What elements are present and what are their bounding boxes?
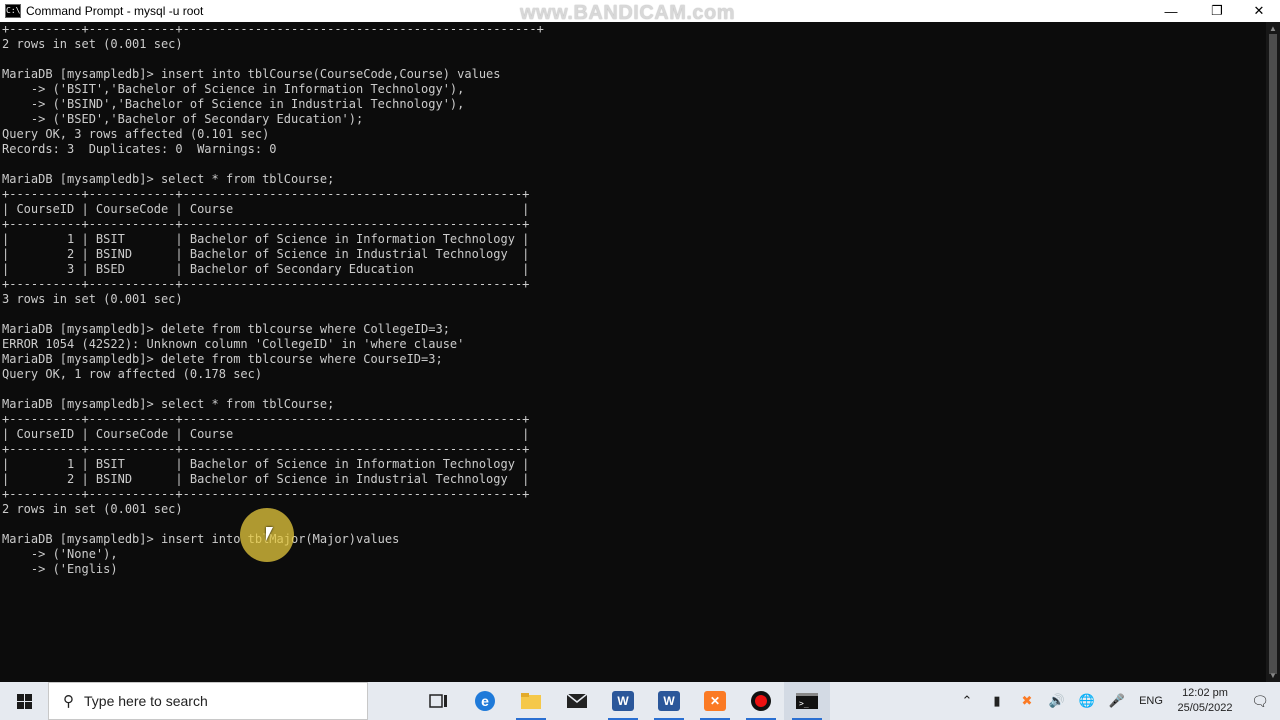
console-text: +----------+------------+---------------… <box>0 22 1266 577</box>
console-line: -> ('BSED','Bachelor of Secondary Educat… <box>2 112 364 126</box>
task-view-button[interactable] <box>416 682 462 720</box>
chevron-up-icon[interactable]: ⌃ <box>952 693 982 709</box>
console-line: | 1 | BSIT | Bachelor of Science in Info… <box>2 232 530 246</box>
console-line: Query OK, 1 row affected (0.178 sec) <box>2 367 263 381</box>
start-button[interactable] <box>0 682 48 720</box>
scroll-up-icon[interactable]: ▲ <box>1269 24 1277 33</box>
search-placeholder: Type here to search <box>84 693 208 709</box>
record-icon <box>751 691 771 711</box>
console-line: Query OK, 3 rows affected (0.101 sec) <box>2 127 270 141</box>
console-line: | 2 | BSIND | Bachelor of Science in Ind… <box>2 472 530 486</box>
file-explorer-app[interactable] <box>508 682 554 720</box>
console-line: MariaDB [mysampledb]> delete from tblcou… <box>2 322 450 336</box>
system-tray: ⌃ ▮ ✖ 🔊 🌐 🎤 ENG 12:02 pm 25/05/2022 🗨 <box>952 682 1280 720</box>
xampp-icon: ✕ <box>704 691 726 711</box>
restore-button[interactable]: ❐ <box>1194 0 1240 22</box>
console-line: 3 rows in set (0.001 sec) <box>2 292 183 306</box>
xampp-app[interactable]: ✕ <box>692 682 738 720</box>
terminal-icon: >_ <box>796 693 818 709</box>
console-output[interactable]: +----------+------------+---------------… <box>0 22 1266 682</box>
console-line: +----------+------------+---------------… <box>2 487 530 501</box>
console-line: Records: 3 Duplicates: 0 Warnings: 0 <box>2 142 277 156</box>
close-button[interactable]: ✕ <box>1236 0 1280 22</box>
word-app[interactable]: W <box>600 682 646 720</box>
minimize-button[interactable]: — <box>1148 0 1194 22</box>
bandicam-app[interactable] <box>738 682 784 720</box>
console-line: -> ('Englis) <box>2 562 118 576</box>
word-app-2[interactable]: W <box>646 682 692 720</box>
console-line: | 2 | BSIND | Bachelor of Science in Ind… <box>2 247 530 261</box>
edge-icon: e <box>475 691 495 711</box>
command-prompt-icon: C:\ <box>5 4 21 18</box>
edge-app[interactable]: e <box>462 682 508 720</box>
word-icon: W <box>612 691 634 711</box>
console-line: 2 rows in set (0.001 sec) <box>2 502 183 516</box>
battery-icon[interactable]: ▮ <box>982 693 1012 709</box>
console-line: MariaDB [mysampledb]> select * from tblC… <box>2 172 335 186</box>
microphone-icon[interactable]: 🎤 <box>1102 693 1132 709</box>
folder-icon <box>521 693 541 709</box>
console-line: | 1 | BSIT | Bachelor of Science in Info… <box>2 457 530 471</box>
console-line: MariaDB [mysampledb]> insert into tblMaj… <box>2 532 400 546</box>
scrollbar[interactable]: ▲ ▼ <box>1266 22 1280 682</box>
title-bar[interactable]: C:\ Command Prompt - mysql -u root www.B… <box>0 0 1280 24</box>
console-line: | CourseID | CourseCode | Course | <box>2 202 530 216</box>
console-line: MariaDB [mysampledb]> delete from tblcou… <box>2 352 443 366</box>
console-line: +----------+------------+---------------… <box>2 217 530 231</box>
clock-time: 12:02 pm <box>1182 687 1228 699</box>
xampp-tray-icon[interactable]: ✖ <box>1012 693 1042 709</box>
search-box[interactable]: ⚲ Type here to search <box>48 682 368 720</box>
console-line: +----------+------------+---------------… <box>2 442 530 456</box>
clock[interactable]: 12:02 pm 25/05/2022 <box>1170 686 1240 716</box>
console-line: MariaDB [mysampledb]> insert into tblCou… <box>2 67 501 81</box>
console-line: -> ('BSIT','Bachelor of Science in Infor… <box>2 82 465 96</box>
console-line: 2 rows in set (0.001 sec) <box>2 37 183 51</box>
task-view-icon <box>429 694 447 708</box>
svg-text:>_: >_ <box>799 699 809 708</box>
notification-icon[interactable]: 🗨 <box>1240 693 1280 710</box>
console-line: | 3 | BSED | Bachelor of Secondary Educa… <box>2 262 530 276</box>
language-indicator[interactable]: ENG <box>1132 695 1170 707</box>
clock-date: 25/05/2022 <box>1177 702 1233 714</box>
word-icon: W <box>658 691 680 711</box>
taskbar: ⚲ Type here to search e W W ✕ >_ ⌃ ▮ ✖ 🔊… <box>0 682 1280 720</box>
console-line: -> ('BSIND','Bachelor of Science in Indu… <box>2 97 465 111</box>
console-line: +----------+------------+---------------… <box>2 22 544 36</box>
command-prompt-app[interactable]: >_ <box>784 682 830 720</box>
mail-app[interactable] <box>554 682 600 720</box>
scrollbar-thumb[interactable] <box>1269 34 1277 674</box>
window-title: Command Prompt - mysql -u root <box>26 4 204 18</box>
globe-icon[interactable]: 🌐 <box>1072 693 1102 709</box>
scroll-down-icon[interactable]: ▼ <box>1269 671 1277 680</box>
mail-icon <box>566 693 588 708</box>
console-line: MariaDB [mysampledb]> select * from tblC… <box>2 397 335 411</box>
svg-text:e: e <box>481 693 489 709</box>
console-line: | CourseID | CourseCode | Course | <box>2 427 530 441</box>
console-line: +----------+------------+---------------… <box>2 187 530 201</box>
mouse-cursor-icon <box>266 527 273 541</box>
windows-logo-icon <box>16 693 32 709</box>
console-line: -> ('None'), <box>2 547 118 561</box>
console-line: +----------+------------+---------------… <box>2 277 530 291</box>
volume-icon[interactable]: 🔊 <box>1042 693 1072 709</box>
console-line: +----------+------------+---------------… <box>2 412 530 426</box>
console-line: ERROR 1054 (42S22): Unknown column 'Coll… <box>2 337 465 351</box>
search-icon: ⚲ <box>63 693 74 710</box>
